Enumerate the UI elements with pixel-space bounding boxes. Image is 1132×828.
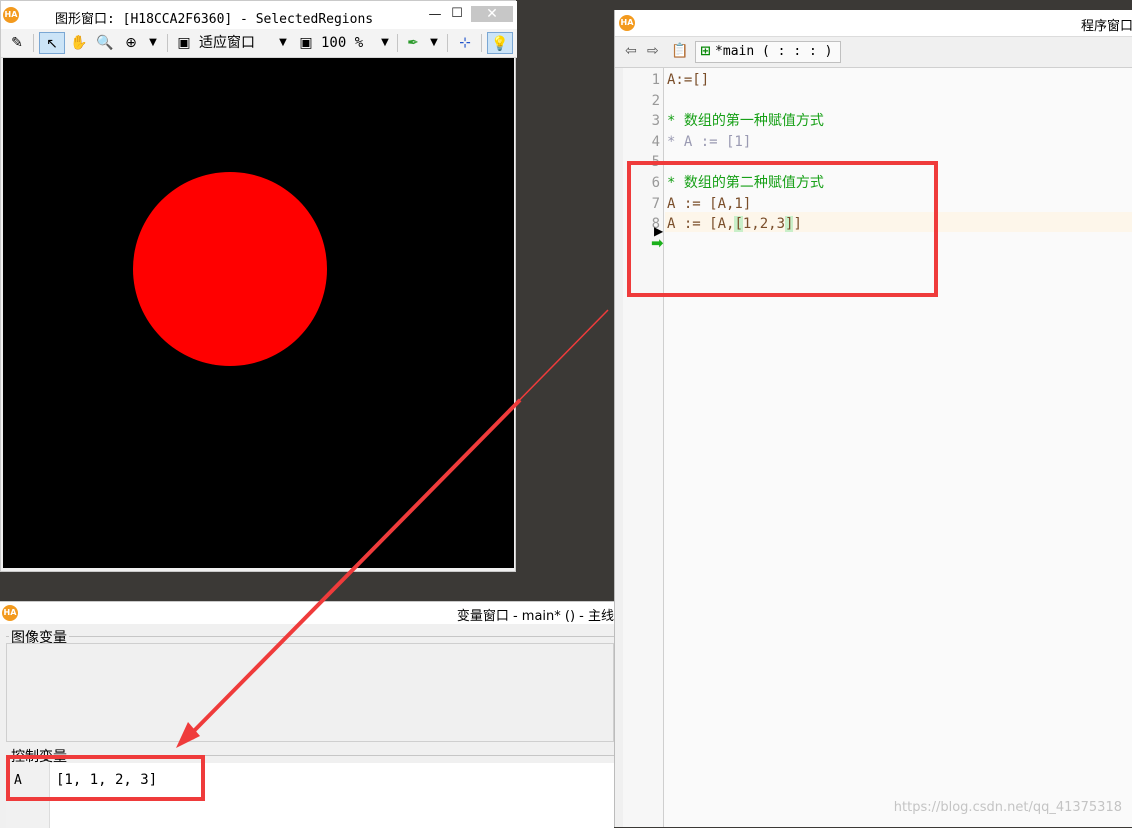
annotation-arrow	[176, 309, 609, 748]
watermark: https://blog.csdn.net/qq_41375318	[893, 800, 1122, 815]
